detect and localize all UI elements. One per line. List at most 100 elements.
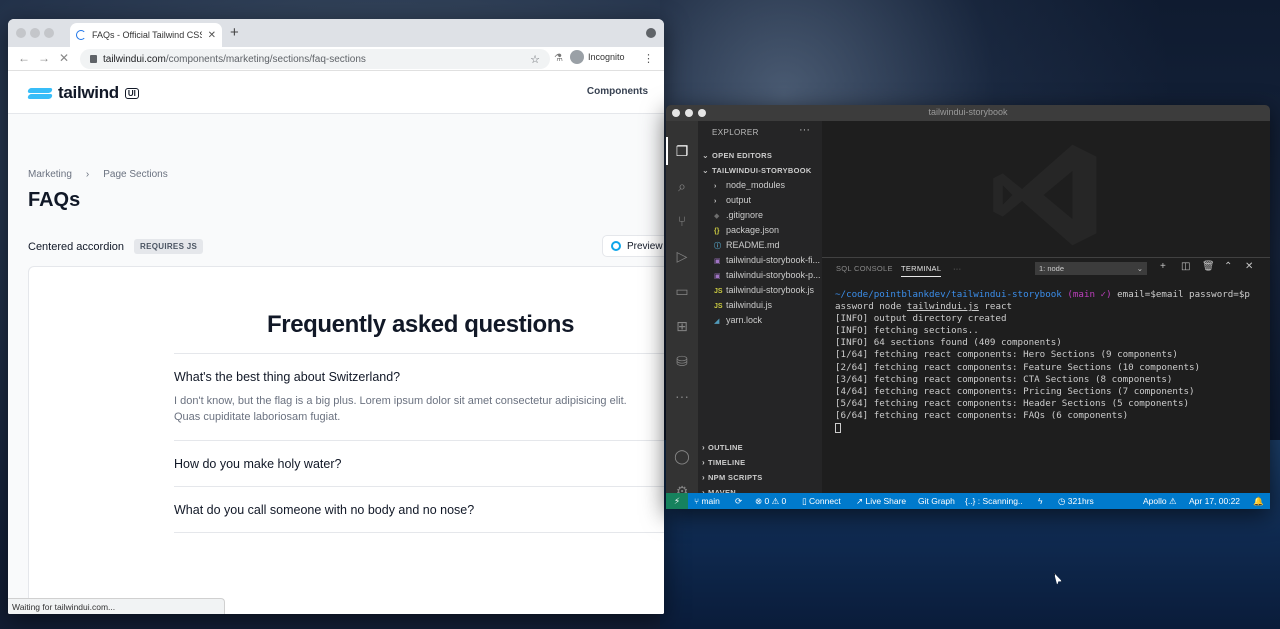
notifications-bell-icon[interactable]: 🔔 [1253,496,1264,507]
terminal-selector[interactable]: 1: node ⌄ [1035,262,1147,275]
trash-icon[interactable]: 🗑 [1202,261,1215,272]
time-tracker[interactable]: ◷ 321hrs [1058,496,1094,507]
minimize-window-button[interactable] [30,28,40,38]
close-panel-icon[interactable]: ✕ [1245,261,1253,272]
problems-indicator[interactable]: ⊗ 0 ⚠ 0 [755,496,786,507]
terminal-line: [6/64] fetching react components: FAQs (… [835,409,1129,421]
browser-menu-icon[interactable]: ⋮ [643,52,654,65]
source-control-icon[interactable]: ⑂ [674,213,690,229]
loading-spinner-icon [76,30,86,40]
panel-more-icon[interactable]: ··· [953,264,961,273]
terminal-line: [INFO] 64 sections found (409 components… [835,337,1062,349]
stop-loading-icon[interactable]: ✕ [59,51,69,65]
nav-components-link[interactable]: Components [587,86,648,97]
extensions-icon[interactable]: ⊞ [674,318,690,334]
terminal-line: [2/64] fetching react components: Featur… [835,361,1201,373]
faq-list: What's the best thing about Switzerland?… [174,353,664,533]
file-storybook-fi[interactable]: ▣ tailwindui-storybook-fi... [714,255,820,265]
open-editors-section[interactable]: ⌄ OPEN EDITORS [702,151,772,160]
file-storybook-p[interactable]: ▣ tailwindui-storybook-p... [714,270,820,280]
file-gitignore[interactable]: ◆ .gitignore [714,210,820,220]
faq-item[interactable]: How do you make holy water? [174,441,664,487]
account-icon[interactable]: ◯ [674,448,690,464]
tailwind-logo[interactable]: tailwind UI [27,83,139,103]
outline-section[interactable]: › OUTLINE [702,443,743,452]
file-node-modules[interactable]: › node_modules [714,180,820,190]
project-section[interactable]: ⌄ TAILWINDUI-STORYBOOK [702,166,812,175]
git-graph-button[interactable]: Git Graph [918,496,955,506]
terminal-output[interactable]: ~/code/pointblankdev/tailwindui-storyboo… [835,289,1265,434]
terminal-line: [4/64] fetching react components: Pricin… [835,385,1195,397]
tab-terminal[interactable]: TERMINAL [901,264,942,277]
browser-window: FAQs - Official Tailwind CSS UI ✕ + ← → … [8,19,664,614]
file-yarn-lock[interactable]: ◢ yarn.lock [714,315,820,325]
tab-search-icon[interactable] [646,28,656,38]
tab-strip: FAQs - Official Tailwind CSS UI ✕ + [8,19,664,47]
lightning-icon[interactable]: ϟ [1038,496,1043,506]
new-terminal-icon[interactable]: + [1160,261,1166,272]
vscode-window: tailwindui-storybook ❐ ⌕ ⑂ ▷ ▭ ⊞ ⛁ ··· ◯… [666,105,1270,509]
file-readme[interactable]: ⓘ README.md [714,240,820,251]
incognito-icon [570,50,584,64]
page-title: FAQs [28,189,81,211]
back-arrow-icon[interactable]: ← [18,51,30,65]
breadcrumb-marketing[interactable]: Marketing [28,169,72,180]
faq-question[interactable]: What do you call someone with no body an… [174,503,664,517]
faq-question[interactable]: How do you make holy water? [174,457,664,471]
faq-heading: Frequently asked questions [267,311,575,338]
incognito-label: Incognito [588,52,625,62]
incognito-indicator[interactable]: Incognito [570,50,625,64]
npm-scripts-section[interactable]: › NPM SCRIPTS [702,473,763,482]
database-icon[interactable]: ⛁ [674,353,690,369]
chevron-down-icon: ⌄ [1136,264,1143,273]
branch-indicator[interactable]: ⑂ main [694,496,720,506]
explorer-sidebar: EXPLORER ··· ⌄ OPEN EDITORS ⌄ TAILWINDUI-S… [698,121,822,497]
url-input[interactable]: tailwindui.com/components/marketing/sect… [80,49,550,69]
extension-flask-icon[interactable]: ⚗ [554,53,563,64]
remote-explorer-icon[interactable]: ▭ [674,283,690,299]
run-debug-icon[interactable]: ▷ [674,248,690,264]
search-icon[interactable]: ⌕ [674,178,690,194]
chevron-right-icon: › [85,169,90,180]
forward-arrow-icon[interactable]: → [38,51,50,65]
new-tab-button[interactable]: + [230,24,239,41]
breadcrumb-page-sections[interactable]: Page Sections [103,169,168,180]
component-header: Centered accordion REQUIRES JS [28,239,204,254]
faq-item[interactable]: What's the best thing about Switzerland?… [174,354,664,441]
apollo-indicator[interactable]: Apollo ⚠ [1143,496,1177,507]
live-share-button[interactable]: ↗ Live Share [856,496,906,507]
explorer-files-icon[interactable]: ❐ [674,143,690,159]
file-storybook-js[interactable]: JS tailwindui-storybook.js [714,285,820,295]
timeline-section[interactable]: › TIMELINE [702,458,745,467]
preview-button[interactable]: Preview [602,235,664,257]
requires-js-badge: REQUIRES JS [134,239,204,254]
faq-question[interactable]: What's the best thing about Switzerland? [174,370,664,384]
file-tailwindui-js[interactable]: JS tailwindui.js [714,300,820,310]
component-name: Centered accordion [28,240,125,253]
split-terminal-icon[interactable]: ◫ [1181,261,1190,272]
browser-tab[interactable]: FAQs - Official Tailwind CSS UI ✕ [70,23,222,47]
terminal-panel: SQL CONSOLE TERMINAL ··· 1: node ⌄ + ◫ 🗑 … [822,257,1270,493]
file-output[interactable]: › output [714,195,820,205]
maximize-window-button[interactable] [44,28,54,38]
editor-area [822,121,1270,257]
sync-icon[interactable]: ⟳ [735,496,742,507]
terminal-line: [INFO] output directory created [835,313,1007,325]
scanning-indicator[interactable]: {..} : Scanning.. [965,496,1023,506]
maximize-panel-icon[interactable]: ⌃ [1224,261,1232,272]
tab-sql-console[interactable]: SQL CONSOLE [836,264,893,273]
faq-item[interactable]: What do you call someone with no body an… [174,487,664,533]
close-window-button[interactable] [16,28,26,38]
remote-indicator-icon[interactable]: ⚡ [666,493,688,509]
tailwind-wave-icon [27,86,53,100]
terminal-line: [1/64] fetching react components: Hero S… [835,349,1178,361]
explorer-more-icon[interactable]: ··· [799,124,810,136]
activity-bar: ❐ ⌕ ⑂ ▷ ▭ ⊞ ⛁ ··· ◯ ⚙ [666,121,698,499]
bookmark-star-icon[interactable]: ☆ [530,53,540,66]
eye-icon [611,241,621,251]
connect-button[interactable]: ▯ Connect [802,496,841,507]
faq-answer: I don't know, but the flag is a big plus… [174,395,627,423]
file-package-json[interactable]: {} package.json [714,225,820,235]
more-icon[interactable]: ··· [674,388,690,404]
tab-close-icon[interactable]: ✕ [208,30,216,41]
